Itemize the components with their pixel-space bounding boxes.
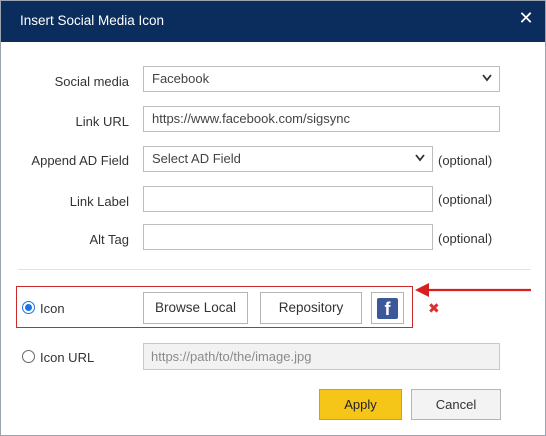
icon-url-radio[interactable] bbox=[22, 350, 35, 363]
repository-button[interactable]: Repository bbox=[260, 292, 362, 324]
social-media-label: Social media bbox=[54, 74, 129, 89]
dialog-titlebar: Insert Social Media Icon ✕ bbox=[1, 1, 545, 42]
alt-tag-optional: (optional) bbox=[438, 231, 493, 246]
icon-url-radio-label[interactable]: Icon URL bbox=[40, 350, 94, 365]
close-icon[interactable]: ✕ bbox=[518, 9, 534, 27]
remove-icon[interactable]: ✖ bbox=[428, 301, 440, 315]
apply-button[interactable]: Apply bbox=[319, 389, 402, 420]
link-label-label: Link Label bbox=[69, 194, 129, 209]
cancel-button[interactable]: Cancel bbox=[411, 389, 501, 420]
icon-url-input[interactable]: https://path/to/the/image.jpg bbox=[143, 343, 500, 370]
social-media-select[interactable]: Facebook bbox=[143, 66, 500, 92]
alt-tag-input[interactable] bbox=[143, 224, 433, 250]
section-divider bbox=[18, 269, 531, 270]
dialog-title: Insert Social Media Icon bbox=[20, 13, 165, 28]
facebook-icon: f bbox=[377, 298, 398, 319]
icon-radio[interactable] bbox=[22, 301, 35, 314]
social-media-value: Facebook bbox=[152, 71, 210, 86]
append-ad-field-label: Append AD Field bbox=[31, 153, 129, 168]
icon-radio-label[interactable]: Icon bbox=[40, 301, 65, 316]
chevron-down-icon bbox=[482, 74, 492, 82]
browse-local-button[interactable]: Browse Local bbox=[143, 292, 248, 324]
link-label-optional: (optional) bbox=[438, 192, 493, 207]
link-url-input[interactable]: https://www.facebook.com/sigsync bbox=[143, 106, 500, 132]
insert-social-media-icon-dialog: Insert Social Media Icon ✕ Social media … bbox=[0, 0, 546, 436]
annotation-arrow-icon bbox=[415, 283, 531, 297]
alt-tag-label: Alt Tag bbox=[89, 232, 129, 247]
append-ad-field-optional: (optional) bbox=[438, 153, 493, 168]
append-ad-field-value: Select AD Field bbox=[152, 151, 241, 166]
link-url-label: Link URL bbox=[75, 114, 129, 129]
link-url-value: https://www.facebook.com/sigsync bbox=[152, 111, 350, 126]
chevron-down-icon bbox=[415, 154, 425, 162]
append-ad-field-select[interactable]: Select AD Field bbox=[143, 146, 433, 172]
icon-preview: f bbox=[371, 292, 404, 324]
link-label-input[interactable] bbox=[143, 186, 433, 212]
